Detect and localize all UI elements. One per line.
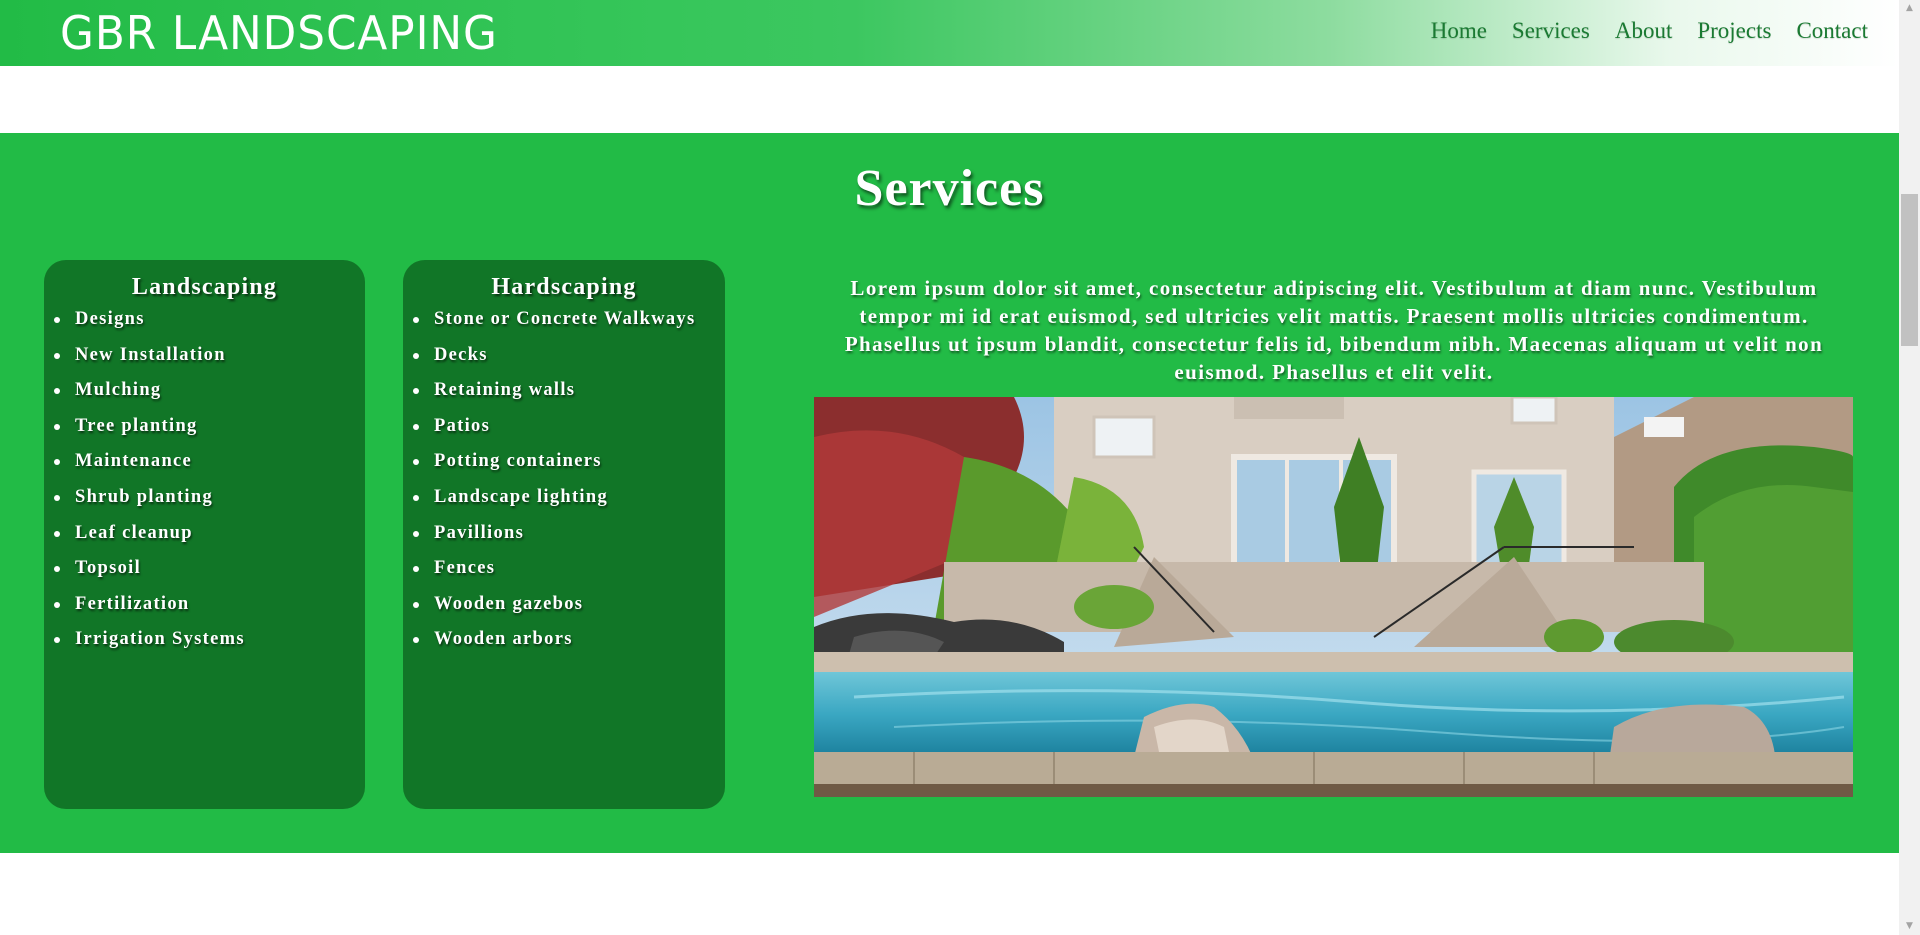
- page-scrollbar[interactable]: ▲ ▼: [1899, 0, 1920, 935]
- list-item: Retaining walls: [413, 379, 711, 402]
- services-title: Services: [854, 160, 1045, 217]
- scroll-thumb[interactable]: [1901, 194, 1918, 346]
- services-description: Lorem ipsum dolor sit amet, consectetur …: [844, 276, 1824, 384]
- nav-contact-link[interactable]: Contact: [1796, 18, 1868, 44]
- hardscaping-card: Hardscaping Stone or Concrete Walkways D…: [403, 260, 725, 809]
- nav-services-link[interactable]: Services: [1512, 18, 1590, 44]
- list-item: Decks: [413, 344, 711, 367]
- list-item: Topsoil: [54, 557, 351, 580]
- list-item: Stone or Concrete Walkways: [413, 308, 711, 331]
- hardscaping-list: Stone or Concrete Walkways Decks Retaini…: [403, 308, 725, 651]
- landscaping-heading: Landscaping: [131, 274, 278, 300]
- list-item: Wooden gazebos: [413, 593, 711, 616]
- nav-projects-link[interactable]: Projects: [1697, 18, 1771, 44]
- site-logo[interactable]: GBR LANDSCAPING: [60, 4, 498, 62]
- nav-home-link[interactable]: Home: [1431, 18, 1487, 44]
- list-item: Pavillions: [413, 522, 711, 545]
- list-item: Wooden arbors: [413, 628, 711, 651]
- list-item: Irrigation Systems: [54, 628, 351, 651]
- list-item: Shrub planting: [54, 486, 351, 509]
- list-item: Fences: [413, 557, 711, 580]
- list-item: Tree planting: [54, 415, 351, 438]
- landscaping-card: Landscaping Designs New Installation Mul…: [44, 260, 365, 809]
- list-item: Mulching: [54, 379, 351, 402]
- list-item: Fertilization: [54, 593, 351, 616]
- hardscaping-heading: Hardscaping: [491, 274, 637, 300]
- pool-backyard-photo: [814, 397, 1853, 797]
- main-nav: Home Services About Projects Contact: [1431, 18, 1868, 44]
- list-item: Maintenance: [54, 450, 351, 473]
- list-item: New Installation: [54, 344, 351, 367]
- nav-about-link[interactable]: About: [1615, 18, 1673, 44]
- list-item: Designs: [54, 308, 351, 331]
- landscaping-list: Designs New Installation Mulching Tree p…: [44, 308, 365, 651]
- site-header: GBR LANDSCAPING Home Services About Proj…: [0, 0, 1899, 66]
- list-item: Potting containers: [413, 450, 711, 473]
- scroll-up-arrow-icon[interactable]: ▲: [1899, 0, 1920, 17]
- scroll-down-arrow-icon[interactable]: ▼: [1899, 918, 1920, 935]
- services-section: Services Landscaping Designs New Install…: [0, 133, 1899, 853]
- list-item: Patios: [413, 415, 711, 438]
- list-item: Landscape lighting: [413, 486, 711, 509]
- list-item: Leaf cleanup: [54, 522, 351, 545]
